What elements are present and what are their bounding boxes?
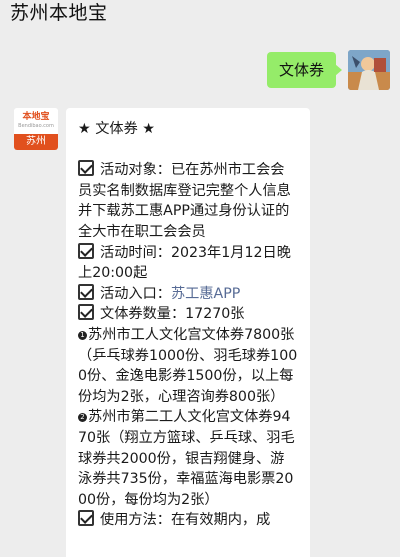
sender-avatar-city: 苏州 bbox=[14, 134, 58, 150]
sender-avatar[interactable]: 本地宝 Bendibao.com 苏州 bbox=[14, 108, 58, 150]
checkbox-icon bbox=[78, 510, 94, 527]
checkbox-icon bbox=[78, 304, 94, 321]
usage-line: 使用方法：在有效期内，成 bbox=[78, 510, 298, 531]
chat-header: 苏州本地宝 bbox=[0, 0, 400, 32]
my-avatar-image bbox=[348, 50, 390, 90]
outgoing-message-bubble[interactable]: 文体券 bbox=[266, 52, 343, 88]
activity-time-line: 活动时间：2023年1月12日晚上20:00起 bbox=[78, 242, 298, 284]
quantity-text: 17270张 bbox=[185, 306, 245, 323]
sender-avatar-brand: 本地宝 bbox=[22, 112, 50, 122]
activity-target-line: 活动对象：已在苏州市工会会员实名制数据库登记完整个人信息并下载苏工惠APP通过身… bbox=[78, 160, 298, 242]
sender-avatar-logo: 本地宝 Bendibao.com bbox=[14, 108, 58, 134]
outgoing-message-row: 文体券 bbox=[0, 48, 400, 94]
circled-number-1-icon: 1 bbox=[78, 330, 87, 340]
quantity-line: 文体券数量：17270张 bbox=[78, 304, 298, 325]
chat-title: 苏州本地宝 bbox=[10, 2, 108, 24]
item-2-text: 苏州市第二工人文化宫文体券9470张（翔立方篮球、乒乓球、羽毛球券共2000份，… bbox=[78, 409, 295, 508]
item-2-line: 2 苏州市第二工人文化宫文体券9470张（翔立方篮球、乒乓球、羽毛球券共2000份… bbox=[78, 407, 298, 510]
activity-entry-line: 活动入口：苏工惠APP bbox=[78, 283, 298, 305]
activity-target-label: 活动对象： bbox=[100, 162, 171, 179]
checkbox-icon bbox=[78, 242, 94, 259]
circled-number-2-icon: 2 bbox=[78, 413, 87, 423]
item-1-line: 1 苏州市工人文化宫文体券7800张（乒乓球券1000份、羽毛球券1000份、金逸… bbox=[78, 325, 298, 407]
activity-entry-link[interactable]: 苏工惠APP bbox=[171, 286, 240, 302]
activity-entry-label: 活动入口： bbox=[100, 285, 171, 302]
sender-avatar-url: Bendibao.com bbox=[18, 123, 54, 129]
my-avatar[interactable] bbox=[348, 50, 390, 90]
message-body: ★ 文体券 ★ 活动对象：已在苏州市工会会员实名制数据库登记完整个人信息并下载苏… bbox=[78, 119, 298, 531]
item-1-text: 苏州市工人文化宫文体券7800张（乒乓球券1000份、羽毛球券1000份、金逸电… bbox=[78, 326, 298, 405]
message-heading: ★ 文体券 ★ bbox=[78, 121, 156, 137]
usage-label: 使用方法： bbox=[100, 512, 171, 529]
checkbox-icon bbox=[78, 283, 94, 300]
incoming-message-bubble[interactable]: ★ 文体券 ★ 活动对象：已在苏州市工会会员实名制数据库登记完整个人信息并下载苏… bbox=[66, 108, 310, 557]
activity-time-label: 活动时间： bbox=[100, 244, 171, 261]
quantity-label: 文体券数量： bbox=[100, 306, 186, 323]
usage-text: 在有效期内，成 bbox=[170, 512, 271, 529]
checkbox-icon bbox=[78, 160, 94, 177]
